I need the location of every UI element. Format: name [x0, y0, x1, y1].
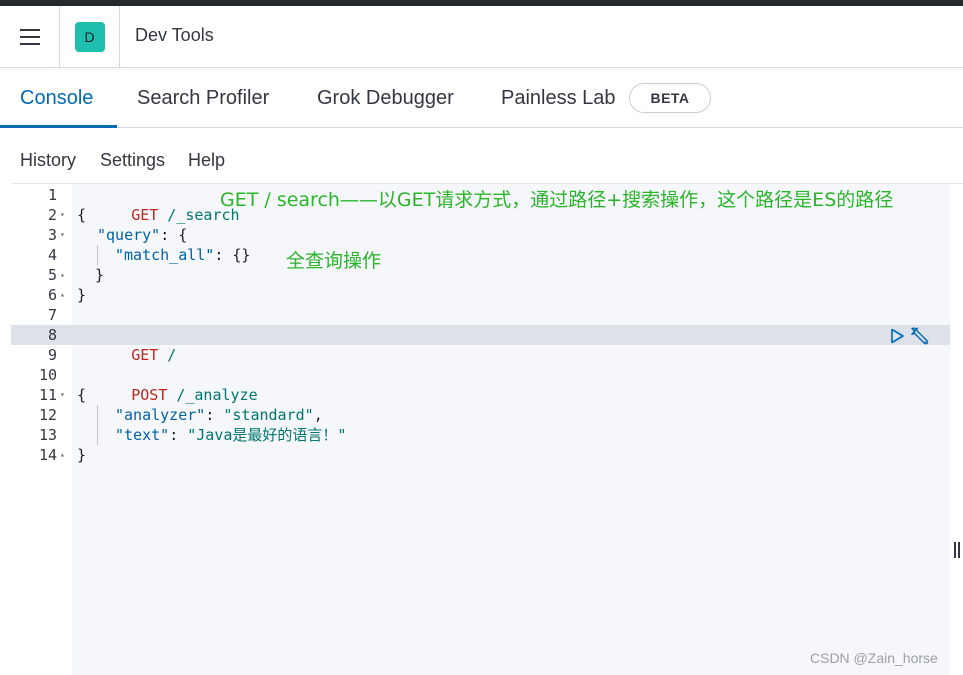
menu-button[interactable]	[0, 6, 60, 67]
fold-toggle[interactable]: ▴	[60, 445, 65, 465]
code-line[interactable]: 7	[11, 305, 950, 325]
history-link[interactable]: History	[20, 150, 76, 171]
line-number: 1	[47, 186, 57, 204]
code-text: :	[169, 426, 188, 444]
watermark: CSDN @Zain_horse	[810, 650, 938, 666]
code-text: :	[205, 406, 224, 424]
fold-toggle[interactable]: ▾	[60, 225, 65, 245]
play-icon[interactable]	[889, 328, 905, 344]
line-number: 6	[47, 286, 57, 304]
code-text: ,	[313, 406, 323, 424]
fold-toggle[interactable]: ▴	[60, 265, 65, 285]
code-text: {	[77, 386, 87, 404]
json-value: "standard"	[223, 406, 314, 424]
console-toolbar: History Settings Help	[0, 128, 963, 183]
annotation-search: GET / search——以GET请求方式，通过路径+搜索操作，这个路径是ES…	[220, 189, 894, 211]
indent-guide	[97, 245, 98, 265]
code-text: }	[77, 286, 87, 304]
tab-search-profiler[interactable]: Search Profiler	[137, 68, 269, 128]
json-key: "query"	[97, 226, 161, 244]
line-number: 5	[47, 266, 57, 284]
code-line-selected[interactable]: 8 GET /	[11, 325, 950, 364]
help-link[interactable]: Help	[188, 150, 225, 171]
fold-toggle[interactable]: ▾	[60, 205, 65, 225]
code-line[interactable]: 12 "analyzer": "standard",	[11, 405, 950, 425]
line-number: 11	[38, 386, 57, 404]
line-number: 3	[47, 226, 57, 244]
code-line[interactable]: 11 ▾ {	[11, 385, 950, 405]
fold-toggle[interactable]: ▴	[60, 285, 65, 305]
line-number: 13	[38, 426, 57, 444]
code-text: }	[77, 266, 105, 284]
indent-guide	[97, 405, 98, 445]
fold-toggle[interactable]: ▾	[60, 385, 65, 405]
tab-bar: Console Search Profiler Grok Debugger Pa…	[0, 68, 963, 128]
space-avatar: D	[74, 21, 105, 52]
line-number: 12	[38, 406, 57, 424]
line-number: 14	[38, 446, 57, 464]
line-number: 9	[47, 346, 57, 364]
code-text: {	[77, 206, 87, 224]
space-selector[interactable]: D	[60, 6, 120, 67]
code-line[interactable]: 3 ▾ "query": {	[11, 225, 950, 245]
json-key: "text"	[115, 426, 170, 444]
line-number: 2	[47, 206, 57, 224]
code-text: : {	[160, 226, 188, 244]
beta-badge: BETA	[629, 83, 711, 113]
scrollbar-track	[950, 184, 963, 675]
wrench-icon[interactable]	[910, 326, 930, 346]
code-line[interactable]: 10 POST /_analyze	[11, 365, 950, 404]
code-text: }	[77, 446, 87, 464]
code-line[interactable]: 14 ▴ }	[11, 445, 950, 465]
code-line[interactable]: 4 "match_all": {}	[11, 245, 950, 265]
line-number: 10	[38, 366, 57, 384]
code-line[interactable]: 5 ▴ }	[11, 265, 950, 285]
panel-resize-handle[interactable]	[954, 542, 962, 558]
code-line[interactable]: 9	[11, 345, 950, 365]
tab-painless-lab[interactable]: Painless Lab	[501, 68, 616, 128]
code-text: : {}	[214, 246, 251, 264]
hamburger-icon	[19, 26, 40, 47]
json-key: "match_all"	[115, 246, 215, 264]
code-line[interactable]: 13 "text": "Java是最好的语言！"	[11, 425, 950, 445]
line-number: 8	[47, 326, 57, 344]
json-key: "analyzer"	[115, 406, 206, 424]
line-number: 4	[47, 246, 57, 264]
code-line[interactable]: 6 ▴ }	[11, 285, 950, 305]
tab-console[interactable]: Console	[20, 68, 93, 128]
annotation-match-all: 全查询操作	[286, 250, 382, 272]
app-title: Dev Tools	[135, 25, 214, 45]
line-number: 7	[47, 306, 57, 324]
json-value: "Java是最好的语言！"	[187, 426, 347, 444]
settings-link[interactable]: Settings	[100, 150, 165, 171]
app-header: D Dev Tools	[0, 6, 963, 68]
request-editor[interactable]: 1 GET /_search 2 ▾ { 3 ▾ "query": { 4 "m…	[11, 183, 963, 675]
tab-grok-debugger[interactable]: Grok Debugger	[317, 68, 454, 128]
